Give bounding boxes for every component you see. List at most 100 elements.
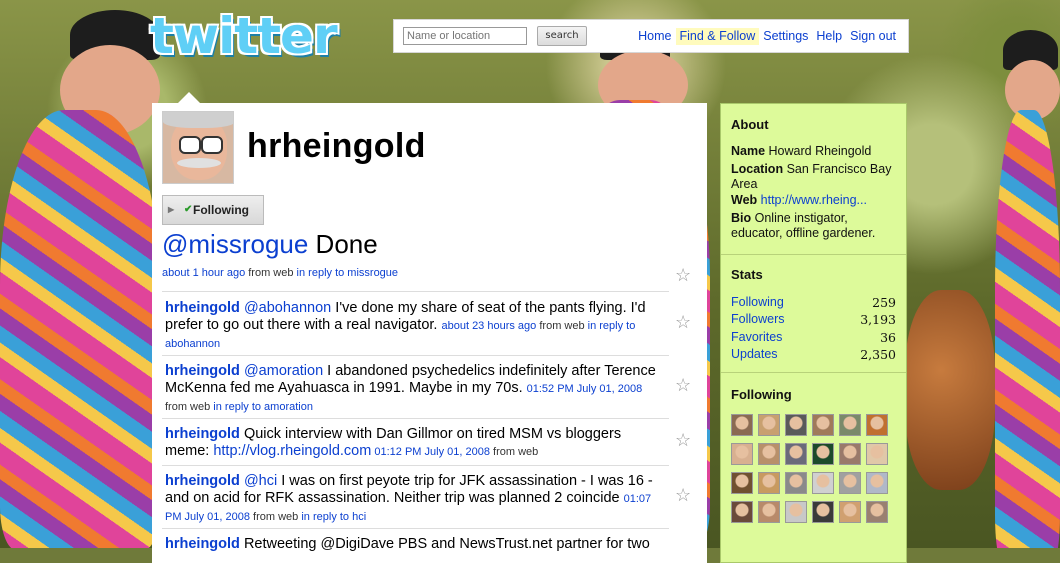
bio-label: Bio (731, 211, 752, 225)
stat-favorites-count: 36 (880, 330, 896, 345)
following-avatar[interactable] (866, 501, 888, 523)
latest-time-link[interactable]: about 1 hour ago (162, 267, 245, 279)
stat-following: Following 259 (731, 295, 896, 310)
tweet-source: from web (165, 401, 214, 413)
star-icon[interactable]: ☆ (675, 376, 691, 394)
nav-find-follow[interactable]: Find & Follow (675, 28, 760, 45)
following-avatar[interactable] (731, 414, 753, 436)
latest-reply-link[interactable]: in reply to missrogue (297, 267, 399, 279)
following-avatar[interactable] (839, 472, 861, 494)
profile-username: hrheingold (247, 127, 426, 165)
star-icon[interactable]: ☆ (675, 486, 691, 504)
following-heading: Following (731, 387, 792, 402)
stat-updates-link[interactable]: Updates (731, 347, 778, 361)
following-avatar[interactable] (758, 443, 780, 465)
latest-mention-link[interactable]: @missrogue (162, 229, 308, 259)
main-column: hrheingold ▶ ✔ Following @missrogue Done… (152, 103, 707, 563)
stat-following-link[interactable]: Following (731, 295, 784, 309)
top-bar: search Home Find & Follow Settings Help … (393, 19, 909, 53)
following-avatar[interactable] (731, 501, 753, 523)
about-web: Web http://www.rheing... (731, 193, 901, 208)
nav-home[interactable]: Home (634, 28, 675, 45)
tweet-author-link[interactable]: hrheingold (165, 363, 240, 379)
following-avatar[interactable] (812, 414, 834, 436)
tweet-author-link[interactable]: hrheingold (165, 536, 240, 552)
following-avatar[interactable] (839, 414, 861, 436)
tweet-time-link[interactable]: 01:52 PM July 01, 2008 (527, 383, 643, 395)
following-avatar[interactable] (758, 501, 780, 523)
about-name: Name Howard Rheingold (731, 144, 901, 159)
divider (162, 418, 669, 419)
star-icon[interactable]: ☆ (675, 266, 691, 284)
stat-followers-link[interactable]: Followers (731, 312, 785, 326)
tweet-author-link[interactable]: hrheingold (165, 473, 240, 489)
following-avatar[interactable] (812, 472, 834, 494)
web-label: Web (731, 193, 758, 207)
stat-updates: Updates 2,350 (731, 347, 896, 362)
following-avatar[interactable] (866, 443, 888, 465)
stat-following-count: 259 (872, 295, 896, 310)
following-avatar[interactable] (785, 414, 807, 436)
following-avatar[interactable] (731, 443, 753, 465)
twitter-logo[interactable]: twitter (150, 8, 365, 64)
tweet-source: from web (489, 446, 539, 458)
divider (162, 528, 669, 529)
tweet-source: from web (536, 320, 588, 332)
following-avatar[interactable] (758, 472, 780, 494)
following-button[interactable]: ▶ ✔ Following (162, 195, 264, 225)
tweet-author-link[interactable]: hrheingold (165, 300, 240, 316)
following-avatar[interactable] (731, 472, 753, 494)
stat-favorites-link[interactable]: Favorites (731, 330, 782, 344)
tweet-mention-link[interactable]: @amoration (244, 363, 323, 379)
tweet-item: hrheingold @hci I was on first peyote tr… (165, 473, 665, 526)
latest-tweet-meta: about 1 hour ago from web in reply to mi… (162, 267, 398, 279)
name-label: Name (731, 144, 766, 158)
following-avatar[interactable] (839, 501, 861, 523)
tweet-reply-link[interactable]: in reply to amoration (213, 401, 313, 413)
about-location: Location San Francisco Bay Area (731, 162, 901, 192)
star-icon[interactable]: ☆ (675, 431, 691, 449)
tweet-author-link[interactable]: hrheingold (165, 426, 240, 442)
web-link[interactable]: http://www.rheing... (761, 193, 867, 207)
tweet-item: hrheingold @amoration I abandoned psyche… (165, 363, 665, 416)
tweet-time-link[interactable]: about 23 hours ago (441, 320, 536, 332)
following-avatar[interactable] (785, 501, 807, 523)
nav-sign-out[interactable]: Sign out (846, 28, 900, 45)
following-avatar[interactable] (812, 501, 834, 523)
star-icon[interactable]: ☆ (675, 313, 691, 331)
search-input[interactable] (403, 27, 527, 45)
search-button[interactable]: search (537, 26, 587, 46)
tweet-source: from web (250, 511, 302, 523)
tweet-reply-link[interactable]: in reply to hci (301, 511, 366, 523)
tweet-url-link[interactable]: http://vlog.rheingold.com (213, 443, 371, 459)
following-avatar[interactable] (812, 443, 834, 465)
column-notch (178, 92, 200, 103)
checkmark-icon: ✔ (184, 204, 193, 215)
following-avatar[interactable] (839, 443, 861, 465)
following-avatar[interactable] (785, 472, 807, 494)
following-avatar[interactable] (785, 443, 807, 465)
tweet-mention-link[interactable]: @hci (244, 473, 277, 489)
latest-tweet-text: Done (308, 229, 378, 259)
following-avatar[interactable] (758, 414, 780, 436)
name-value: Howard Rheingold (765, 144, 872, 158)
tweet-mention-link[interactable]: @abohannon (244, 300, 331, 316)
profile-avatar[interactable] (162, 111, 234, 184)
stat-followers: Followers 3,193 (731, 312, 896, 327)
divider (162, 355, 669, 356)
dropdown-arrow-icon: ▶ (168, 205, 175, 214)
background-hair (905, 290, 995, 490)
location-label: Location (731, 162, 784, 176)
tweet-item: hrheingold Quick interview with Dan Gill… (165, 426, 665, 461)
following-avatar[interactable] (866, 472, 888, 494)
following-avatar[interactable] (866, 414, 888, 436)
tweet-time-link[interactable]: 01:12 PM July 01, 2008 (371, 446, 490, 458)
tweet-text: Retweeting @DigiDave PBS and NewsTrust.n… (239, 536, 650, 552)
nav-settings[interactable]: Settings (759, 28, 812, 45)
about-heading: About (731, 117, 769, 132)
latest-source: from web (245, 267, 297, 279)
nav-help[interactable]: Help (812, 28, 846, 45)
tweet-item: hrheingold @abohannon I've done my share… (165, 300, 665, 353)
tweet-item: hrheingold Retweeting @DigiDave PBS and … (165, 536, 665, 553)
divider (721, 372, 906, 373)
